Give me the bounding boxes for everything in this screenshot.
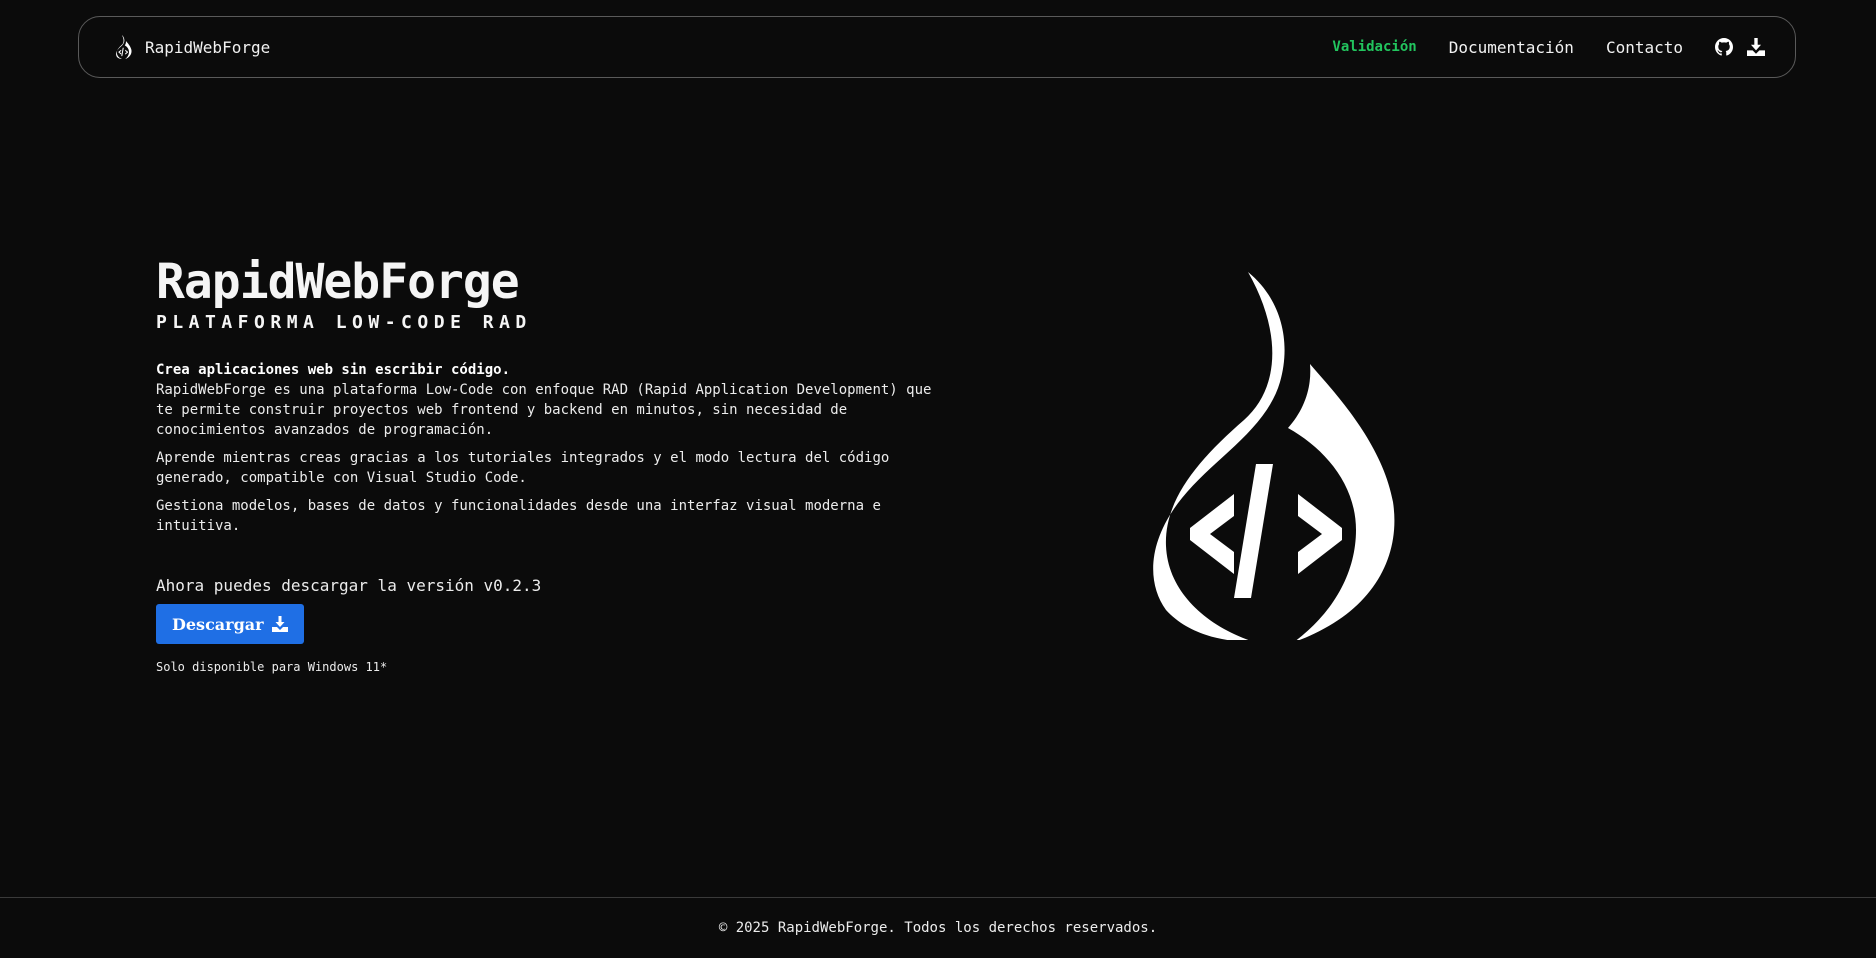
nav-link-documentacion[interactable]: Documentación xyxy=(1449,38,1574,57)
hero-paragraph-3: Gestiona modelos, bases de datos y funci… xyxy=(156,498,881,534)
hero-paragraph-2: Aprende mientras creas gracias a los tut… xyxy=(156,450,890,486)
version-text: Ahora puedes descargar la versión v0.2.3 xyxy=(156,576,542,595)
nav-link-contacto[interactable]: Contacto xyxy=(1606,38,1683,57)
hero-subtitle: PLATAFORMA LOW-CODE RAD xyxy=(156,312,532,333)
nav-links: Validación Documentación Contacto xyxy=(1332,38,1765,57)
navbar: RapidWebForge Validación Documentación C… xyxy=(78,16,1796,78)
flame-code-logo xyxy=(1153,272,1395,640)
brand-link[interactable]: RapidWebForge xyxy=(113,35,270,59)
windows-note: Solo disponible para Windows 11* xyxy=(156,660,388,674)
download-button-label: Descargar xyxy=(172,614,264,634)
hero-section: RapidWebForge PLATAFORMA LOW-CODE RAD Cr… xyxy=(156,252,956,674)
nav-link-validacion[interactable]: Validación xyxy=(1332,39,1416,55)
github-icon[interactable] xyxy=(1715,38,1733,56)
brand-name: RapidWebForge xyxy=(145,37,271,57)
download-button[interactable]: Descargar xyxy=(156,604,304,644)
hero-lead: Crea aplicaciones web sin escribir códig… xyxy=(156,360,956,440)
hero-title: RapidWebForge xyxy=(156,254,520,310)
page: RapidWebForge Validación Documentación C… xyxy=(0,0,1876,958)
footer: © 2025 RapidWebForge. Todos los derechos… xyxy=(0,897,1876,958)
download-icon[interactable] xyxy=(1747,38,1765,56)
flame-code-icon xyxy=(116,35,132,59)
hero-paragraph-1: RapidWebForge es una plataforma Low-Code… xyxy=(156,382,932,438)
download-icon xyxy=(271,616,288,632)
footer-copyright: © 2025 RapidWebForge. Todos los derechos… xyxy=(718,920,1158,936)
hero-lead-bold: Crea aplicaciones web sin escribir códig… xyxy=(156,362,511,378)
